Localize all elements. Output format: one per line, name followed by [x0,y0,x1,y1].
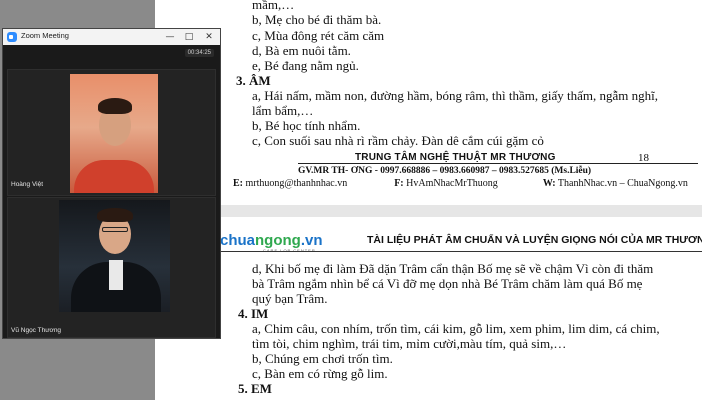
document-page-19: d, Khi bố mẹ đi làm Đã dặn Trâm cẩn thận… [155,217,702,400]
text-line: c, Con suối sau nhà rì rầm chảy. Đàn dê … [252,133,544,148]
footer-contacts: E: mrthuong@thanhnhac.vn F: HvAmNhacMrTh… [233,178,688,189]
text-line: a, Hái nấm, mầm non, đường hầm, bóng râm… [252,88,659,103]
web-text: ThanhNhac.vn – ChuaNgong.vn [557,178,688,189]
zoom-meeting-window[interactable]: Zoom Meeting — □ ✕ 00:34:25 Hoàng Việt V… [2,28,221,339]
document-page[interactable]: mầm,… b, Mẹ cho bé đi thăm bà. c, Mùa đô… [155,0,702,400]
facebook-label: F: [394,178,404,189]
facebook-text: HvAmNhacMrThuong [406,178,498,189]
close-icon[interactable]: ✕ [199,29,219,45]
document-page-18: mầm,… b, Mẹ cho bé đi thăm bà. c, Mùa đô… [155,0,702,210]
participant-name: Vũ Ngọc Thương [11,327,62,334]
text-line: b, Chúng em chơi trốn tìm. [252,351,393,366]
participant-video-tile[interactable]: Hoàng Việt [7,69,216,196]
video-collar [109,260,123,290]
footer-phone-line: GV.MR TH- ƠNG - 0997.668886 – 0983.66098… [298,166,592,176]
text-line: c, Mùa đông rét căm căm [252,28,385,43]
text-line: c, Bàn em có rừng gỗ lim. [252,366,388,381]
section-heading-am: 3. ÂM [236,73,271,88]
text-line: lẩm bẩm,… [252,103,314,118]
text-line: tìm tòi, chim nghìm, trái tim, mỉm cười,… [252,336,567,351]
video-hair [97,208,133,222]
footer-center-title: TRUNG TÂM NGHỆ THUẬT MR THƯƠNG [355,152,556,163]
participant-name: Hoàng Việt [11,181,44,188]
minimize-icon[interactable]: — [160,29,180,45]
meeting-timer: 00:34:25 [184,49,214,57]
text-line: b, Bé học tính nhẩm. [252,118,361,133]
participant-video [59,200,170,312]
web-label: W: [542,178,556,189]
text-line: d, Khi bố mẹ đi làm Đã dặn Trâm cẩn thận… [252,261,654,276]
text-line: d, Bà em nuôi tằm. [252,43,351,58]
footer-divider [298,163,698,164]
section-heading-im: 4. IM [238,306,269,321]
text-line: a, Chim câu, con nhím, trốn tìm, cái kim… [252,321,660,336]
zoom-app-icon [7,32,17,42]
text-line: e, Bé đang nằm ngủ. [252,58,359,73]
window-title: Zoom Meeting [21,31,69,40]
participant-video [70,74,158,193]
maximize-icon[interactable]: □ [179,29,199,45]
video-hair [98,98,132,114]
email-label: E: [233,178,243,189]
participant-video-tile[interactable]: Vũ Ngọc Thương [7,197,216,338]
window-titlebar[interactable]: Zoom Meeting — □ ✕ [3,29,220,45]
text-line: mầm,… [252,0,295,12]
video-shirt [74,160,154,193]
email-text: mrthuong@thanhnhac.vn [245,178,348,189]
text-line: quý bạn Trâm. [252,291,328,306]
section-heading-em: 5. EM [238,381,272,396]
text-line: bà Trâm ngắm nhìn bể cá Vì đỡ mẹ dọn nhà… [252,276,643,291]
text-line: b, Mẹ cho bé đi thăm bà. [252,12,382,27]
page-gap [155,205,702,217]
glasses-icon [102,227,128,232]
